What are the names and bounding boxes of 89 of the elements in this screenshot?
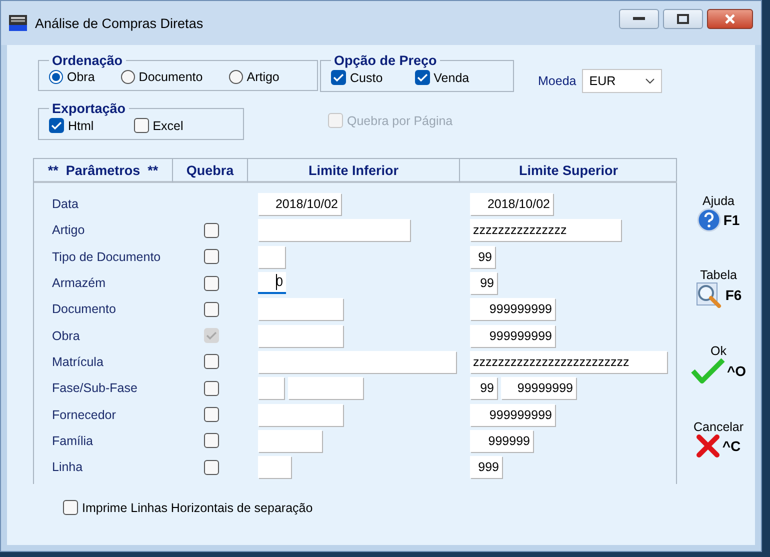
option-label: Obra	[67, 70, 95, 84]
table-button[interactable]: Tabela F6	[695, 268, 742, 308]
group-title: Exportação	[51, 101, 127, 116]
input-field[interactable]	[258, 430, 322, 452]
maximize-button[interactable]	[663, 9, 703, 29]
input-field[interactable]: 999	[470, 456, 502, 478]
column-header: Limite Inferior	[248, 159, 460, 183]
input-field[interactable]	[288, 377, 363, 400]
checkbox[interactable]	[204, 276, 219, 291]
radio-button[interactable]	[120, 70, 135, 84]
option-label: Venda	[434, 70, 470, 84]
input-field[interactable]	[258, 350, 456, 373]
maximize-icon	[677, 14, 689, 24]
ok-button[interactable]: Ok ^O	[691, 344, 746, 384]
input-field[interactable]: 2018/10/02	[258, 193, 341, 216]
currency-label: Moeda	[538, 74, 576, 88]
checkbox[interactable]	[204, 460, 219, 475]
checkbox[interactable]	[49, 118, 64, 133]
parameter-label: Família	[51, 434, 94, 448]
parameter-label: Documento	[51, 302, 117, 316]
radio-button[interactable]	[228, 70, 243, 84]
input-field[interactable]	[258, 298, 343, 320]
column-header: Quebra	[173, 159, 248, 183]
input-field[interactable]: 2018/10/02	[470, 193, 553, 216]
app-icon	[9, 15, 27, 31]
parameter-label: Linha	[51, 460, 84, 474]
input-field[interactable]: 99	[470, 246, 495, 268]
input-field[interactable]: 99999999	[501, 377, 576, 400]
minimize-icon	[633, 17, 645, 21]
parameter-label: Fornecedor	[51, 408, 117, 422]
radio-option[interactable]: Documento	[120, 70, 203, 84]
checkbox[interactable]	[204, 433, 219, 448]
parameter-label: Obra	[51, 328, 81, 343]
input-field[interactable]: zzzzzzzzzzzzzzz	[470, 219, 621, 242]
checkbox[interactable]	[63, 500, 78, 515]
option-label: Documento	[138, 70, 203, 84]
input-field[interactable]: 999999999	[470, 298, 555, 320]
option-label: Quebra por Página	[347, 114, 453, 128]
input-field[interactable]	[258, 324, 343, 347]
option-label: Custo	[350, 70, 383, 84]
checkbox[interactable]	[204, 249, 219, 264]
checkbox[interactable]	[204, 222, 219, 238]
close-icon	[696, 434, 720, 458]
minimize-button[interactable]	[619, 9, 659, 29]
checkbox[interactable]	[204, 302, 219, 317]
input-field[interactable]: 99	[470, 272, 497, 294]
input-field[interactable]	[258, 404, 343, 426]
group-title: Ordenação	[51, 53, 124, 68]
option-label: Artigo	[246, 70, 280, 84]
checkbox[interactable]	[204, 407, 219, 422]
currency-dropdown[interactable]: EUR	[582, 69, 662, 93]
parameter-label: Matrícula	[51, 354, 104, 369]
window-title: Análise de Compras Diretas	[35, 16, 204, 30]
input-field[interactable]: 999999999	[470, 404, 555, 426]
search-icon	[695, 282, 724, 308]
radio-option[interactable]: Artigo	[228, 70, 280, 84]
option-label: Excel	[152, 118, 184, 132]
input-field[interactable]: 999999	[470, 430, 533, 452]
help-icon	[697, 208, 722, 232]
column-header: ** Parâmetros **	[34, 159, 173, 183]
checkbox[interactable]	[204, 380, 219, 396]
input-field[interactable]: zzzzzzzzzzzzzzzzzzzzzzzzz	[470, 350, 667, 373]
parameter-label: Armazém	[51, 276, 106, 290]
input-field[interactable]	[258, 246, 285, 268]
input-field[interactable]	[258, 456, 291, 478]
option-label: Html	[68, 118, 94, 132]
check-icon	[691, 358, 725, 384]
close-icon	[724, 13, 736, 25]
checkbox[interactable]	[414, 70, 430, 85]
radio-option[interactable]: Obra	[49, 70, 95, 84]
parameter-label: Data	[51, 197, 80, 212]
parameter-label: Fase/Sub-Fase	[51, 381, 138, 396]
radio-button[interactable]	[49, 70, 63, 84]
input-field[interactable]	[258, 219, 410, 242]
cancel-button[interactable]: Cancelar ^C	[694, 420, 744, 458]
chevron-icon	[645, 78, 656, 84]
option-label: Imprime Linhas Horizontais de separação	[82, 500, 313, 514]
checkbox[interactable]	[331, 70, 346, 85]
input-field[interactable]: 99	[470, 377, 497, 400]
close-button[interactable]	[707, 9, 753, 29]
input-field[interactable]	[258, 377, 284, 400]
parameter-label: Artigo	[51, 223, 86, 238]
parameter-label: Tipo de Documento	[51, 250, 162, 264]
group-title: Opção de Preço	[333, 53, 438, 68]
checkbox[interactable]	[134, 118, 149, 133]
checkbox[interactable]	[204, 354, 219, 370]
column-header: Limite Superior	[460, 159, 677, 183]
input-field[interactable]: 999999999	[470, 324, 555, 347]
help-button[interactable]: Ajuda F1	[697, 194, 740, 232]
